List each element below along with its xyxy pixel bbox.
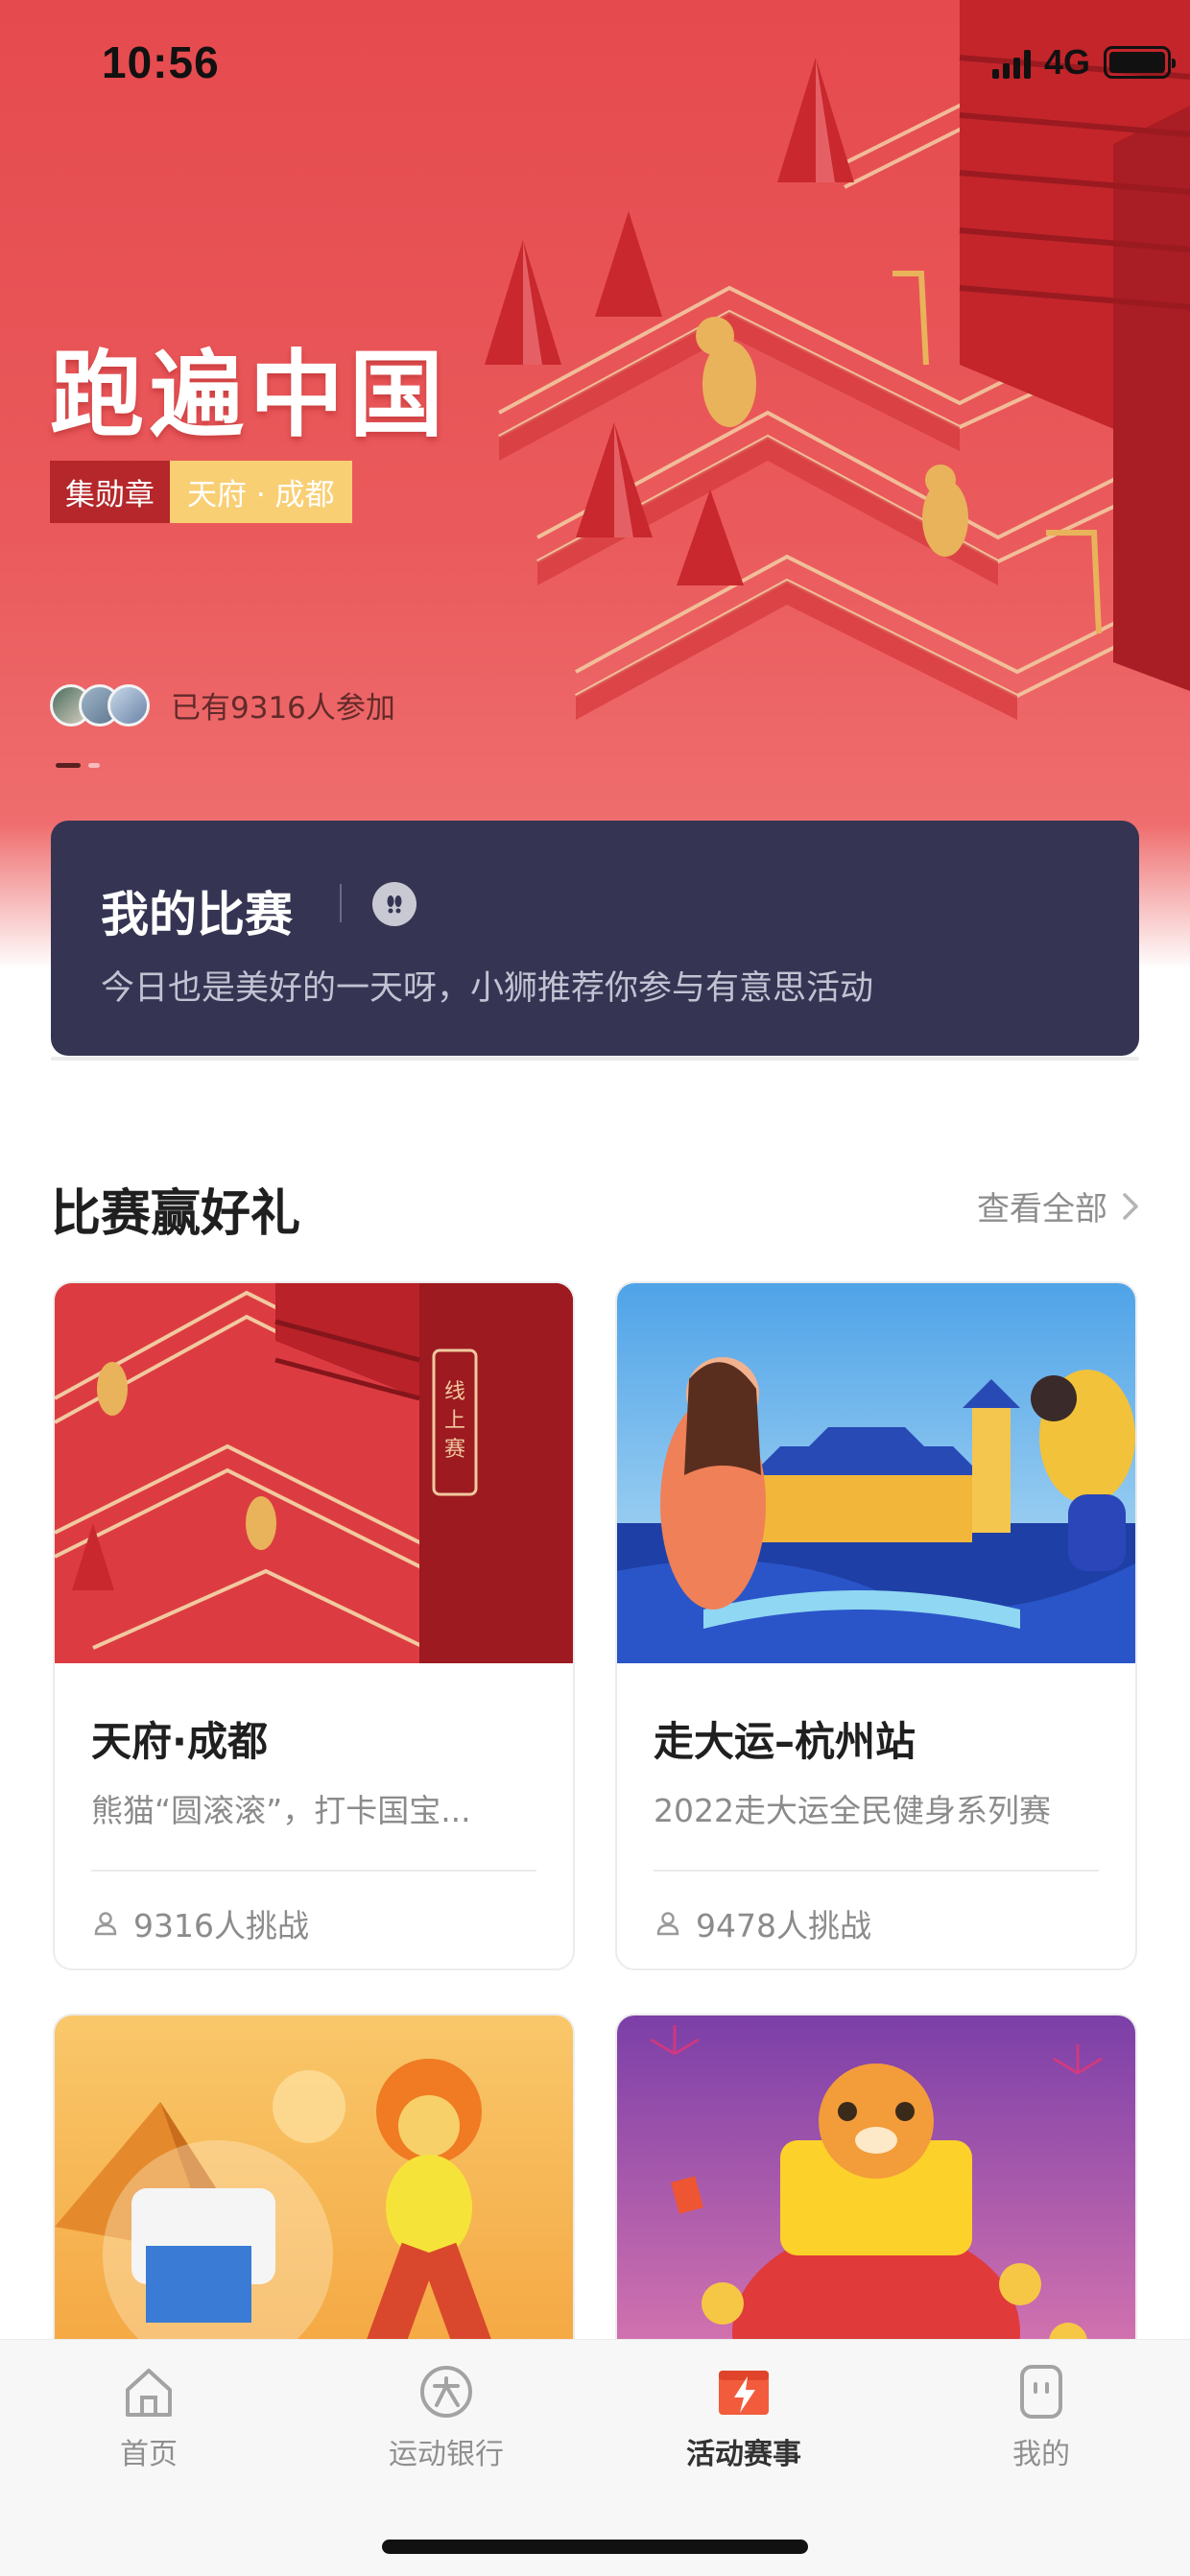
participants-row: 已有9316人参加: [50, 683, 395, 727]
footprint-icon: [372, 882, 416, 926]
hangzhou-runner-illustration: [617, 1283, 1135, 1663]
hero-tag-primary: 集勋章: [50, 461, 170, 523]
divider: [91, 1870, 536, 1872]
carousel-indicator: [56, 763, 100, 768]
tab-profile[interactable]: 我的: [945, 2363, 1137, 2472]
carousel-dot: [88, 763, 100, 768]
divider: [654, 1870, 1099, 1872]
my-competition-subtitle: 今日也是美好的一天呀，小狮推荐你参与有意思活动: [101, 969, 874, 1008]
my-competition-card[interactable]: 我的比赛 今日也是美好的一天呀，小狮推荐你参与有意思活动: [51, 821, 1139, 1056]
view-all-label: 查看全部: [977, 1190, 1107, 1228]
card-participants: 9316人挑战: [133, 1907, 309, 1944]
tab-home[interactable]: 首页: [53, 2363, 245, 2472]
svg-text:线: 线: [444, 1380, 465, 1404]
chengdu-city-illustration: 线 上 赛: [55, 1283, 573, 1663]
avatar: [107, 683, 150, 727]
carousel-dot-active: [56, 763, 81, 768]
battery-icon: [1104, 46, 1176, 79]
tab-events-label: 活动赛事: [686, 2438, 801, 2471]
home-indicator: [382, 2540, 808, 2554]
tab-home-label: 首页: [120, 2438, 178, 2471]
participants-count: 已有9316人参加: [171, 691, 395, 726]
card-description: 2022走大运全民健身系列赛: [654, 1792, 1051, 1829]
view-all-link[interactable]: 查看全部: [977, 1182, 1140, 1229]
person-icon: [656, 1912, 679, 1936]
my-competition-title: 我的比赛: [101, 887, 293, 942]
hero-tag-secondary: 天府 · 成都: [170, 461, 352, 523]
tab-profile-label: 我的: [1012, 2438, 1070, 2471]
card-shadow: [51, 1057, 1139, 1061]
event-card[interactable]: 走大运–杭州站 2022走大运全民健身系列赛 9478人挑战: [615, 1281, 1137, 1970]
status-indicators: 4G: [991, 42, 1176, 83]
sport-bank-icon: [420, 2366, 472, 2418]
person-icon: [94, 1912, 117, 1936]
events-icon: [719, 2371, 769, 2415]
card-stats: 9478人挑战: [654, 1900, 1099, 1946]
network-type: 4G: [1043, 42, 1090, 82]
svg-text:赛: 赛: [444, 1438, 465, 1462]
divider: [340, 884, 342, 922]
card-description: 熊猫“圆滚滚”，打卡国宝...: [91, 1792, 471, 1829]
hero-tags: 集勋章 天府 · 成都: [50, 461, 352, 523]
tab-events[interactable]: 活动赛事: [648, 2363, 840, 2472]
chevron-right-icon: [1123, 1192, 1138, 1220]
home-icon: [126, 2369, 172, 2417]
svg-text:上: 上: [444, 1409, 465, 1433]
status-time: 10:56: [102, 37, 220, 87]
profile-icon: [1020, 2365, 1062, 2419]
tab-sport-bank[interactable]: 运动银行: [350, 2363, 542, 2472]
event-card[interactable]: 线 上 赛 天府·成都 熊猫“圆滚滚”，打卡国宝... 9316人挑战: [53, 1281, 575, 1970]
tab-sport-bank-label: 运动银行: [389, 2438, 504, 2471]
signal-icon: [991, 46, 1031, 79]
card-title: 走大运–杭州站: [654, 1718, 916, 1765]
card-title: 天府·成都: [91, 1718, 268, 1765]
card-stats: 9316人挑战: [91, 1900, 536, 1946]
hero-title: 跑遍中国: [50, 341, 450, 450]
section-title: 比赛赢好礼: [51, 1185, 301, 1243]
card-participants: 9478人挑战: [696, 1907, 871, 1944]
